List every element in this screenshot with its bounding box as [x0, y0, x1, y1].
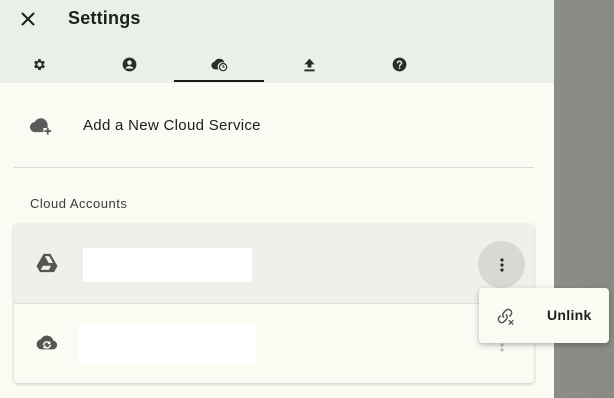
unlink-icon	[497, 308, 514, 325]
account-options-menu: Unlink	[479, 288, 609, 343]
add-cloud-service-button[interactable]: Add a New Cloud Service	[0, 96, 554, 156]
cloud-accounts-list	[14, 224, 534, 383]
list-item[interactable]	[14, 304, 534, 383]
upload-icon	[303, 58, 315, 71]
account-name-field	[83, 248, 252, 282]
list-item[interactable]	[14, 224, 534, 303]
gear-icon	[33, 59, 45, 70]
more-vert-icon	[499, 257, 504, 272]
unlink-menu-item[interactable]: Unlink	[479, 288, 609, 343]
cloud-sync-icon	[36, 335, 58, 350]
help-icon	[392, 57, 406, 72]
cloud-add-icon	[30, 118, 52, 135]
page-title: Settings	[68, 8, 141, 28]
settings-header: Settings	[0, 0, 554, 83]
account-name-field	[79, 324, 256, 364]
tab-account[interactable]	[84, 48, 174, 81]
add-cloud-service-label: Add a New Cloud Service	[83, 117, 261, 134]
close-button[interactable]	[14, 6, 42, 32]
tab-cloud[interactable]	[174, 48, 264, 82]
tab-upload[interactable]	[264, 48, 354, 81]
tab-help[interactable]	[354, 48, 444, 81]
settings-panel: Settings Add a New Cloud Service Cloud A…	[0, 0, 554, 398]
google-drive-icon	[36, 253, 58, 273]
more-options-button[interactable]	[478, 241, 525, 288]
close-icon	[21, 12, 35, 26]
tab-general[interactable]	[0, 48, 84, 81]
cloud-accounts-heading: Cloud Accounts	[30, 196, 128, 211]
section-divider	[14, 167, 534, 168]
account-circle-icon	[122, 57, 136, 72]
cloud-sync-icon	[210, 58, 227, 72]
unlink-label: Unlink	[547, 307, 592, 323]
